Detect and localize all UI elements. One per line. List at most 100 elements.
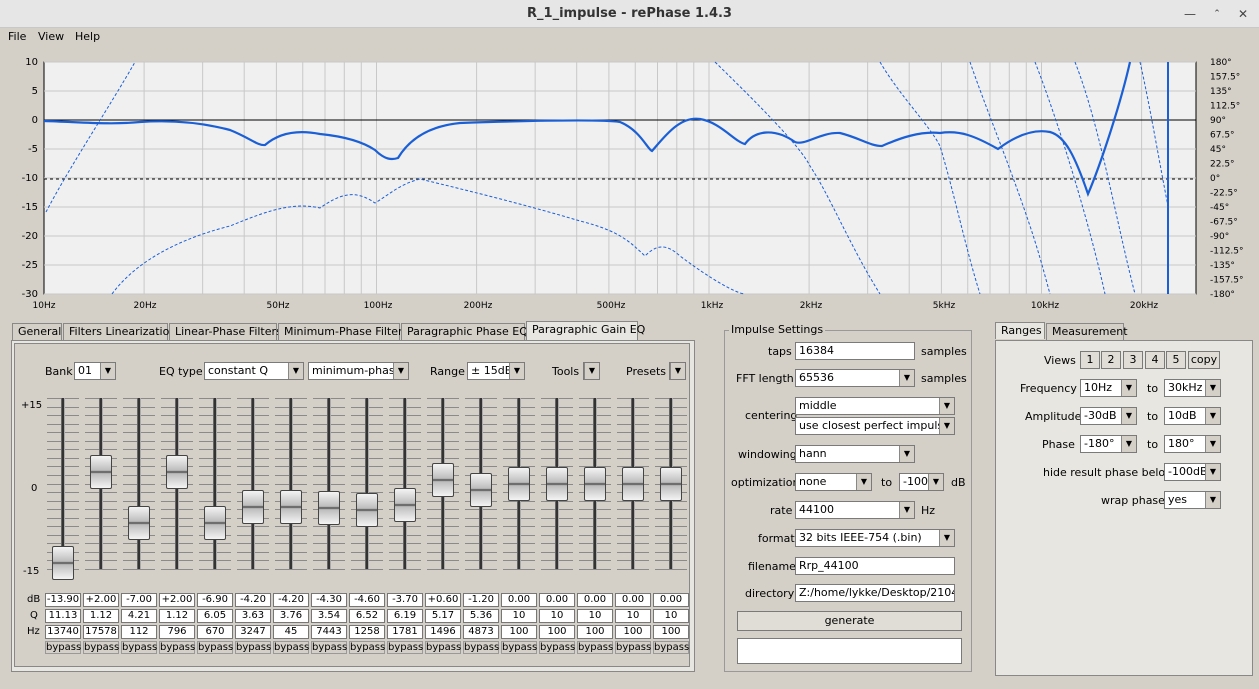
band-q-field[interactable]: 6.19 — [387, 609, 423, 623]
band-db-field[interactable]: -3.70 — [387, 593, 423, 607]
bypass-button[interactable]: bypass — [615, 641, 651, 654]
band-q-field[interactable]: 4.21 — [121, 609, 157, 623]
bypass-button[interactable]: bypass — [349, 641, 385, 654]
band-q-field[interactable]: 5.17 — [425, 609, 461, 623]
bypass-button[interactable]: bypass — [539, 641, 575, 654]
menu-help[interactable]: Help — [75, 30, 100, 43]
band-q-field[interactable]: 6.05 — [197, 609, 233, 623]
band-hz-field[interactable]: 13740 — [45, 625, 81, 639]
centering-select[interactable]: middle ▼ — [795, 397, 955, 415]
bypass-button[interactable]: bypass — [45, 641, 81, 654]
band-db-field[interactable]: 0.00 — [653, 593, 689, 607]
tab-ranges[interactable]: Ranges — [995, 322, 1045, 339]
amplitude-to-select[interactable]: 10dB ▼ — [1164, 407, 1221, 425]
bypass-button[interactable]: bypass — [159, 641, 195, 654]
band-q-field[interactable]: 10 — [653, 609, 689, 623]
tab-general[interactable]: General — [12, 323, 62, 340]
wrap-phase-select[interactable]: yes ▼ — [1164, 491, 1221, 509]
bypass-button[interactable]: bypass — [425, 641, 461, 654]
band-hz-field[interactable]: 100 — [615, 625, 651, 639]
phase-to-select[interactable]: 180° ▼ — [1164, 435, 1221, 453]
tab-measurement[interactable]: Measurement — [1046, 323, 1128, 340]
band-hz-field[interactable]: 100 — [501, 625, 537, 639]
menu-view[interactable]: View — [38, 30, 64, 43]
gain-slider-knob[interactable] — [622, 466, 644, 501]
band-hz-field[interactable]: 17578 — [83, 625, 119, 639]
format-select[interactable]: 32 bits IEEE-754 (.bin) ▼ — [795, 529, 955, 547]
optimization-value-select[interactable]: -100 ▼ — [899, 473, 944, 491]
view-button-4[interactable]: 4 — [1145, 351, 1165, 369]
maximize-icon[interactable]: ⌃ — [1210, 7, 1224, 21]
tab-paragraphic-gain-eq[interactable]: Paragraphic Gain EQ — [526, 321, 645, 341]
gain-slider-knob[interactable] — [432, 463, 454, 498]
hide-phase-select[interactable]: -100dB ▼ — [1164, 463, 1221, 481]
rate-select[interactable]: 44100 ▼ — [795, 501, 915, 519]
gain-slider-knob[interactable] — [318, 491, 340, 525]
gain-slider-knob[interactable] — [128, 506, 150, 541]
tab-paragraphic-phase-eq[interactable]: Paragraphic Phase EQ — [401, 323, 528, 340]
band-db-field[interactable]: +2.00 — [83, 593, 119, 607]
band-db-field[interactable]: -4.20 — [273, 593, 309, 607]
band-db-field[interactable]: +2.00 — [159, 593, 195, 607]
bypass-button[interactable]: bypass — [235, 641, 271, 654]
band-q-field[interactable]: 10 — [577, 609, 613, 623]
band-q-field[interactable]: 3.54 — [311, 609, 347, 623]
band-db-field[interactable]: -4.30 — [311, 593, 347, 607]
band-hz-field[interactable]: 45 — [273, 625, 309, 639]
bypass-button[interactable]: bypass — [653, 641, 689, 654]
centering-mode-select[interactable]: use closest perfect impulse ▼ — [795, 417, 955, 435]
frequency-from-select[interactable]: 10Hz ▼ — [1080, 379, 1137, 397]
band-db-field[interactable]: -4.20 — [235, 593, 271, 607]
gain-slider-knob[interactable] — [166, 455, 188, 490]
bypass-button[interactable]: bypass — [83, 641, 119, 654]
view-button-1[interactable]: 1 — [1080, 351, 1100, 369]
generate-button[interactable]: generate — [737, 611, 962, 631]
gain-slider-knob[interactable] — [508, 466, 530, 501]
gain-slider-knob[interactable] — [546, 466, 568, 501]
range-select[interactable]: ± 15dB ▼ — [467, 362, 525, 380]
bypass-button[interactable]: bypass — [197, 641, 233, 654]
band-q-field[interactable]: 1.12 — [83, 609, 119, 623]
gain-slider-knob[interactable] — [394, 487, 416, 522]
band-db-field[interactable]: -4.60 — [349, 593, 385, 607]
band-q-field[interactable]: 3.63 — [235, 609, 271, 623]
frequency-to-select[interactable]: 30kHz ▼ — [1164, 379, 1221, 397]
gain-slider-knob[interactable] — [242, 490, 264, 525]
band-q-field[interactable]: 6.52 — [349, 609, 385, 623]
fft-select[interactable]: 65536 ▼ — [795, 369, 915, 387]
presets-menu[interactable]: ▼ — [669, 362, 686, 380]
gain-slider-knob[interactable] — [280, 490, 302, 525]
amplitude-from-select[interactable]: -30dB ▼ — [1080, 407, 1137, 425]
phase-from-select[interactable]: -180° ▼ — [1080, 435, 1137, 453]
tools-menu[interactable]: ▼ — [583, 362, 600, 380]
band-q-field[interactable]: 10 — [539, 609, 575, 623]
tab-minimum-phase-filters[interactable]: Minimum-Phase Filters — [278, 323, 408, 340]
band-hz-field[interactable]: 3247 — [235, 625, 271, 639]
band-db-field[interactable]: 0.00 — [501, 593, 537, 607]
minimize-icon[interactable]: — — [1183, 7, 1197, 21]
frequency-response-plot[interactable]: 10 5 0 -5 -10 -15 -20 -25 -30 180° 157.5° 135° 112.… — [0, 46, 1259, 318]
band-q-field[interactable]: 11.13 — [45, 609, 81, 623]
gain-slider-knob[interactable] — [52, 545, 74, 580]
bypass-button[interactable]: bypass — [121, 641, 157, 654]
view-button-2[interactable]: 2 — [1101, 351, 1121, 369]
copy-view-button[interactable]: copy — [1188, 351, 1220, 369]
gain-slider-knob[interactable] — [470, 473, 492, 508]
bypass-button[interactable]: bypass — [387, 641, 423, 654]
close-icon[interactable]: ✕ — [1236, 7, 1250, 21]
filename-field[interactable]: Rrp_44100 — [795, 557, 955, 575]
phase-type-select[interactable]: minimum-phase ▼ — [308, 362, 409, 380]
band-hz-field[interactable]: 100 — [577, 625, 613, 639]
band-q-field[interactable]: 10 — [501, 609, 537, 623]
band-db-field[interactable]: -13.90 — [45, 593, 81, 607]
band-q-field[interactable]: 10 — [615, 609, 651, 623]
bypass-button[interactable]: bypass — [311, 641, 347, 654]
band-hz-field[interactable]: 670 — [197, 625, 233, 639]
eq-type-select[interactable]: constant Q ▼ — [204, 362, 304, 380]
band-db-field[interactable]: +0.60 — [425, 593, 461, 607]
windowing-select[interactable]: hann ▼ — [795, 445, 915, 463]
band-hz-field[interactable]: 796 — [159, 625, 195, 639]
band-db-field[interactable]: -7.00 — [121, 593, 157, 607]
band-db-field[interactable]: 0.00 — [615, 593, 651, 607]
gain-slider-knob[interactable] — [584, 466, 606, 501]
